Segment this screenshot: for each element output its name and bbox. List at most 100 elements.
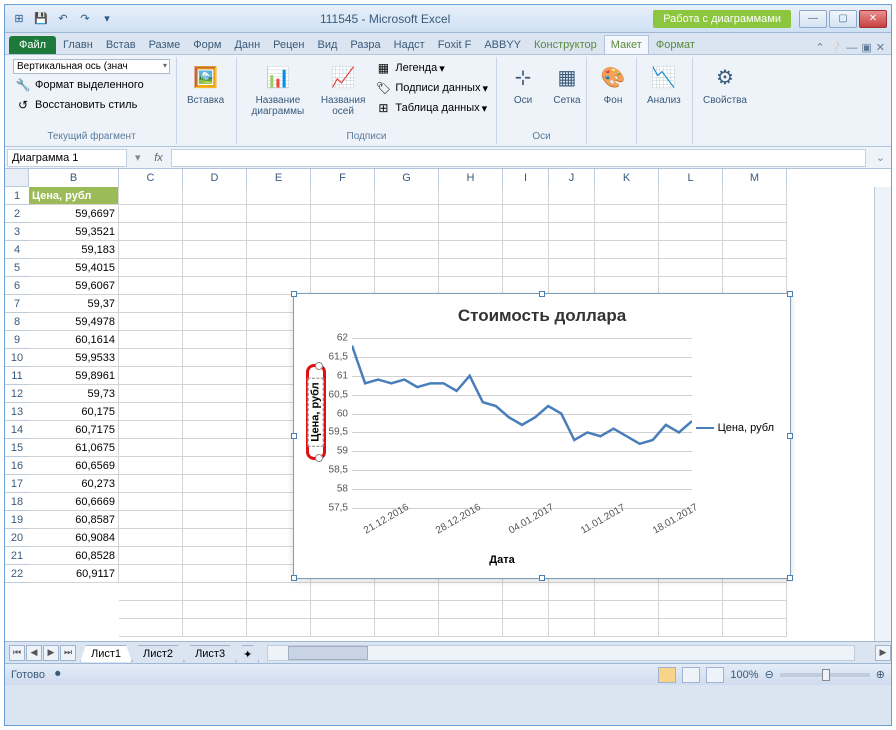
tab-review[interactable]: Рецен (267, 36, 310, 54)
tab-file[interactable]: Файл (9, 36, 56, 54)
doc-restore-icon[interactable]: ▣ (861, 41, 871, 54)
legend-button[interactable]: ▦Легенда ▾ (373, 59, 490, 77)
cell-b12[interactable]: 59,73 (29, 385, 119, 403)
row-header-12[interactable]: 12 (5, 385, 29, 403)
sheet-tab-3[interactable]: Лист3 (184, 645, 236, 662)
chart-title-button[interactable]: 📊Название диаграммы (243, 59, 313, 119)
help-icon[interactable]: ❔ (829, 41, 843, 54)
col-header-G[interactable]: G (375, 169, 439, 187)
row-header-10[interactable]: 10 (5, 349, 29, 367)
tab-home[interactable]: Главн (57, 36, 99, 54)
tab-formulas[interactable]: Форм (187, 36, 227, 54)
vertical-scrollbar[interactable] (874, 187, 891, 641)
cell-b3[interactable]: 59,3521 (29, 223, 119, 241)
qat-more-icon[interactable]: ▾ (97, 9, 117, 29)
tab-layout[interactable]: Разме (143, 36, 187, 54)
tab-chart-design[interactable]: Конструктор (528, 36, 603, 54)
view-page-break-button[interactable] (706, 667, 724, 683)
cell-b7[interactable]: 59,37 (29, 295, 119, 313)
embedded-chart[interactable]: Стоимость доллара Цена, рубл 57,55858,55… (293, 293, 791, 579)
new-sheet-button[interactable]: ✦ (236, 645, 259, 663)
tab-addins[interactable]: Надст (388, 36, 431, 54)
undo-icon[interactable]: ↶ (53, 9, 73, 29)
row-header-20[interactable]: 20 (5, 529, 29, 547)
data-labels-button[interactable]: 🏷Подписи данных ▾ (373, 79, 490, 97)
row-header-14[interactable]: 14 (5, 421, 29, 439)
tab-developer[interactable]: Разра (344, 36, 386, 54)
background-button[interactable]: 🎨Фон (593, 59, 633, 108)
col-header-I[interactable]: I (503, 169, 549, 187)
col-header-E[interactable]: E (247, 169, 311, 187)
tab-abbyy[interactable]: ABBYY (478, 36, 527, 54)
col-header-L[interactable]: L (659, 169, 723, 187)
reset-style-button[interactable]: ↺Восстановить стиль (13, 96, 170, 114)
cell-b18[interactable]: 60,6669 (29, 493, 119, 511)
cell-b22[interactable]: 60,9117 (29, 565, 119, 583)
tab-data[interactable]: Данн (228, 36, 266, 54)
tab-insert[interactable]: Встав (100, 36, 142, 54)
axes-button[interactable]: ⊹Оси (503, 59, 543, 108)
gridlines-button[interactable]: ▦Сетка (547, 59, 587, 108)
formula-input[interactable] (171, 149, 866, 167)
axis-titles-button[interactable]: 📈Названия осей (317, 59, 370, 119)
col-header-M[interactable]: M (723, 169, 787, 187)
data-table-button[interactable]: ⊞Таблица данных ▾ (373, 99, 490, 117)
row-header-19[interactable]: 19 (5, 511, 29, 529)
row-header-16[interactable]: 16 (5, 457, 29, 475)
cell-b5[interactable]: 59,4015 (29, 259, 119, 277)
chart-element-dropdown[interactable]: Вертикальная ось (знач (13, 59, 170, 74)
cell-b20[interactable]: 60,9084 (29, 529, 119, 547)
zoom-in-button[interactable]: ⊕ (876, 668, 885, 681)
col-header-B[interactable]: B (29, 169, 119, 187)
chart-plot-area[interactable]: 57,55858,55959,56060,56161,56221.12.2016… (352, 338, 692, 508)
namebox-dropdown-icon[interactable]: ▾ (129, 151, 147, 164)
save-icon[interactable]: 💾 (31, 9, 51, 29)
cell-b2[interactable]: 59,6697 (29, 205, 119, 223)
tab-chart-layout[interactable]: Макет (604, 35, 649, 54)
col-header-H[interactable]: H (439, 169, 503, 187)
row-header-1[interactable]: 1 (5, 187, 29, 205)
row-header-2[interactable]: 2 (5, 205, 29, 223)
name-box[interactable] (7, 149, 127, 167)
row-header-8[interactable]: 8 (5, 313, 29, 331)
col-header-F[interactable]: F (311, 169, 375, 187)
row-header-15[interactable]: 15 (5, 439, 29, 457)
sheet-nav-last[interactable]: ⏭ (60, 645, 76, 661)
cell-b8[interactable]: 59,4978 (29, 313, 119, 331)
sheet-nav-prev[interactable]: ◀ (26, 645, 42, 661)
col-header-C[interactable]: C (119, 169, 183, 187)
cell-b1-header[interactable]: Цена, рубл (29, 187, 119, 205)
chart-title-text[interactable]: Стоимость доллара (302, 302, 782, 334)
worksheet-grid[interactable]: BCDEFGHIJKLM 123456789101112131415161718… (5, 169, 891, 641)
cell-b15[interactable]: 61,0675 (29, 439, 119, 457)
excel-icon[interactable]: ⊞ (9, 9, 29, 29)
format-selection-button[interactable]: 🔧Формат выделенного (13, 76, 170, 94)
cell-b4[interactable]: 59,183 (29, 241, 119, 259)
doc-min-icon[interactable]: — (846, 42, 857, 54)
row-header-17[interactable]: 17 (5, 475, 29, 493)
cell-b10[interactable]: 59,9533 (29, 349, 119, 367)
tab-foxit[interactable]: Foxit F (432, 36, 478, 54)
col-header-J[interactable]: J (549, 169, 595, 187)
doc-close-icon[interactable]: ✕ (876, 41, 885, 54)
cell-b17[interactable]: 60,273 (29, 475, 119, 493)
cell-b19[interactable]: 60,8587 (29, 511, 119, 529)
formula-expand-icon[interactable]: ⌄ (870, 151, 891, 164)
row-header-6[interactable]: 6 (5, 277, 29, 295)
close-button[interactable]: ✕ (859, 10, 887, 28)
tab-view[interactable]: Вид (312, 36, 344, 54)
sheet-nav-next[interactable]: ▶ (43, 645, 59, 661)
row-header-9[interactable]: 9 (5, 331, 29, 349)
tab-chart-format[interactable]: Формат (650, 36, 701, 54)
row-header-22[interactable]: 22 (5, 565, 29, 583)
maximize-button[interactable]: ▢ (829, 10, 857, 28)
fx-icon[interactable]: fx (147, 152, 171, 164)
zoom-level[interactable]: 100% (730, 669, 758, 681)
zoom-slider[interactable] (780, 673, 870, 677)
col-header-D[interactable]: D (183, 169, 247, 187)
cell-b21[interactable]: 60,8528 (29, 547, 119, 565)
row-header-11[interactable]: 11 (5, 367, 29, 385)
row-header-21[interactable]: 21 (5, 547, 29, 565)
row-header-3[interactable]: 3 (5, 223, 29, 241)
row-header-5[interactable]: 5 (5, 259, 29, 277)
